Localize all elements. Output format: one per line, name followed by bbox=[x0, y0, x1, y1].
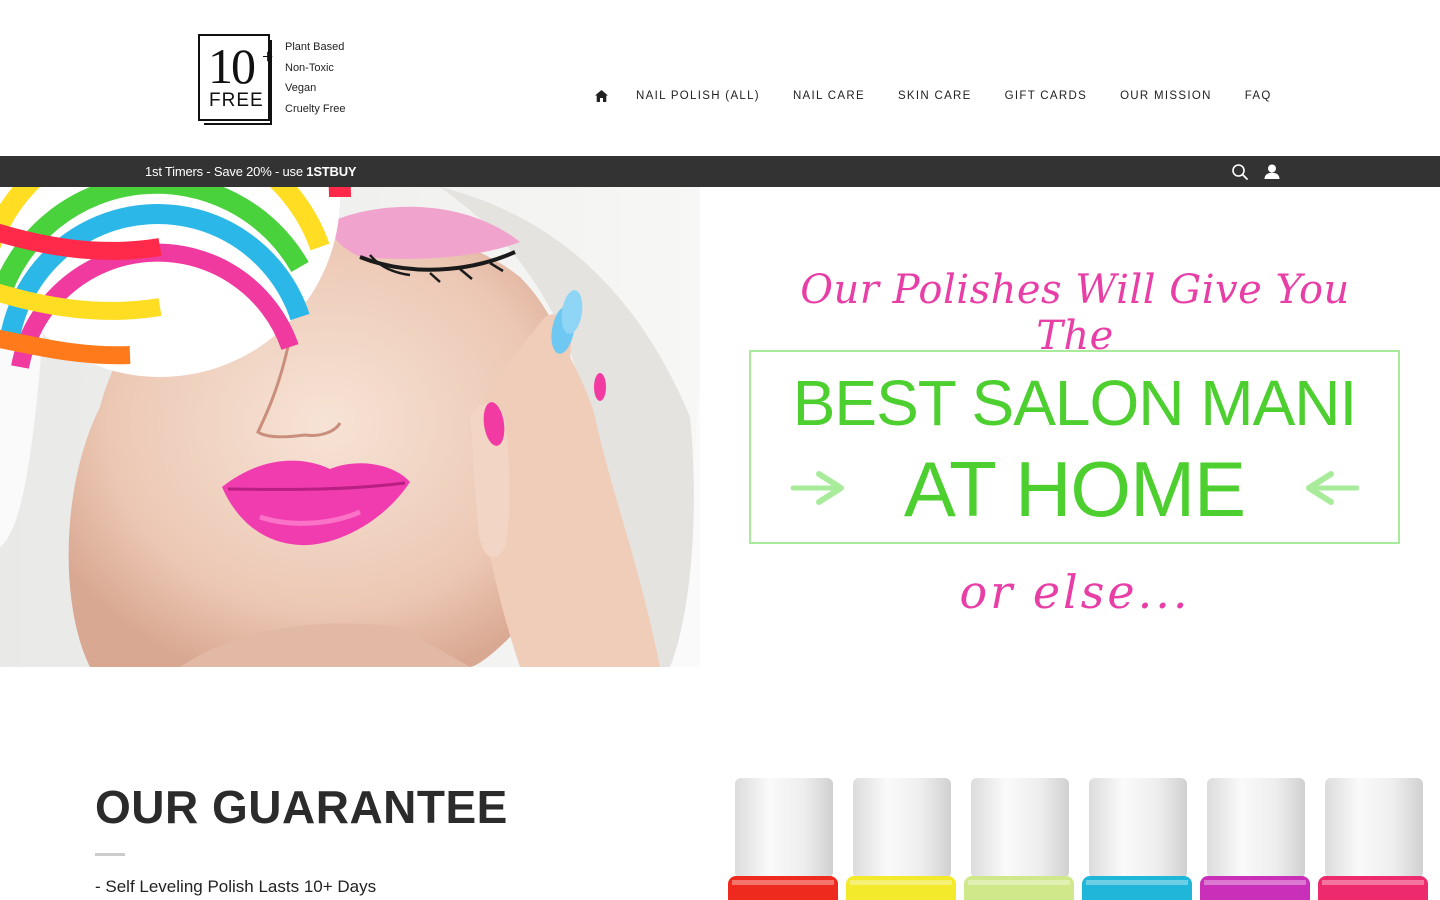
logo-tagline: Plant Based bbox=[285, 41, 345, 53]
promo-message: 1st Timers - Save 20% - use 1STBUY bbox=[145, 164, 357, 179]
logo-tagline: Cruelty Free bbox=[285, 103, 346, 116]
brand-logo[interactable]: 10 + FREE Plant Based Non-Toxic Vegan Cr… bbox=[198, 34, 358, 125]
promo-text: 1st Timers - Save 20% - use bbox=[145, 164, 307, 179]
nav-item-faq[interactable]: FAQ bbox=[1245, 90, 1272, 102]
polish-bottles-image bbox=[728, 778, 1428, 900]
arrow-left-icon bbox=[1306, 471, 1359, 505]
user-icon[interactable] bbox=[1262, 162, 1282, 182]
search-icon[interactable] bbox=[1230, 162, 1250, 182]
nav-item-skin-care[interactable]: SKIN CARE bbox=[898, 90, 972, 102]
hero-headline-line1: BEST SALON MANI bbox=[792, 367, 1358, 439]
logo-mark: 10 + FREE bbox=[198, 34, 274, 125]
hero-banner[interactable]: Our Polishes Will Give You The BEST SALO… bbox=[0, 187, 1440, 667]
hero-headline-line2: AT HOME bbox=[903, 445, 1246, 533]
polish-bottle bbox=[728, 778, 838, 900]
logo-plus: + bbox=[262, 46, 274, 68]
hero-tagline-top: Our Polishes Will Give You The bbox=[800, 267, 1350, 359]
hero-tagline-bottom: or else... bbox=[959, 565, 1191, 619]
nav-item-nail-polish[interactable]: NAIL POLISH (ALL) bbox=[636, 90, 760, 102]
polish-bottle bbox=[1200, 778, 1310, 900]
guarantee-item: - Self Leveling Polish Lasts 10+ Days bbox=[95, 877, 377, 896]
polish-bottle bbox=[964, 778, 1074, 900]
logo-tagline: Vegan bbox=[285, 82, 317, 95]
hero-model-image bbox=[0, 187, 700, 667]
main-navigation: NAIL POLISH (ALL) NAIL CARE SKIN CARE GI… bbox=[592, 86, 1305, 106]
polish-bottle bbox=[1082, 778, 1192, 900]
nav-item-gift-cards[interactable]: GIFT CARDS bbox=[1005, 90, 1087, 102]
logo-number: 10 bbox=[208, 38, 256, 94]
nav-item-our-mission[interactable]: OUR MISSION bbox=[1120, 90, 1212, 102]
promo-bar: 1st Timers - Save 20% - use 1STBUY bbox=[0, 156, 1440, 187]
hero-headline-box: BEST SALON MANI AT HOME bbox=[749, 350, 1400, 544]
site-header: 10 + FREE Plant Based Non-Toxic Vegan Cr… bbox=[0, 0, 1440, 156]
section-divider bbox=[95, 853, 125, 856]
promo-code: 1STBUY bbox=[306, 164, 357, 179]
logo-word: FREE bbox=[209, 90, 264, 111]
guarantee-heading: OUR GUARANTEE bbox=[95, 781, 508, 833]
polish-bottle bbox=[1318, 778, 1428, 900]
polish-bottle bbox=[846, 778, 956, 900]
logo-tagline: Non-Toxic bbox=[285, 61, 334, 74]
nav-item-nail-care[interactable]: NAIL CARE bbox=[793, 90, 865, 102]
home-icon[interactable] bbox=[592, 87, 610, 105]
logo-taglines: Plant Based Non-Toxic Vegan Cruelty Free bbox=[285, 37, 346, 120]
